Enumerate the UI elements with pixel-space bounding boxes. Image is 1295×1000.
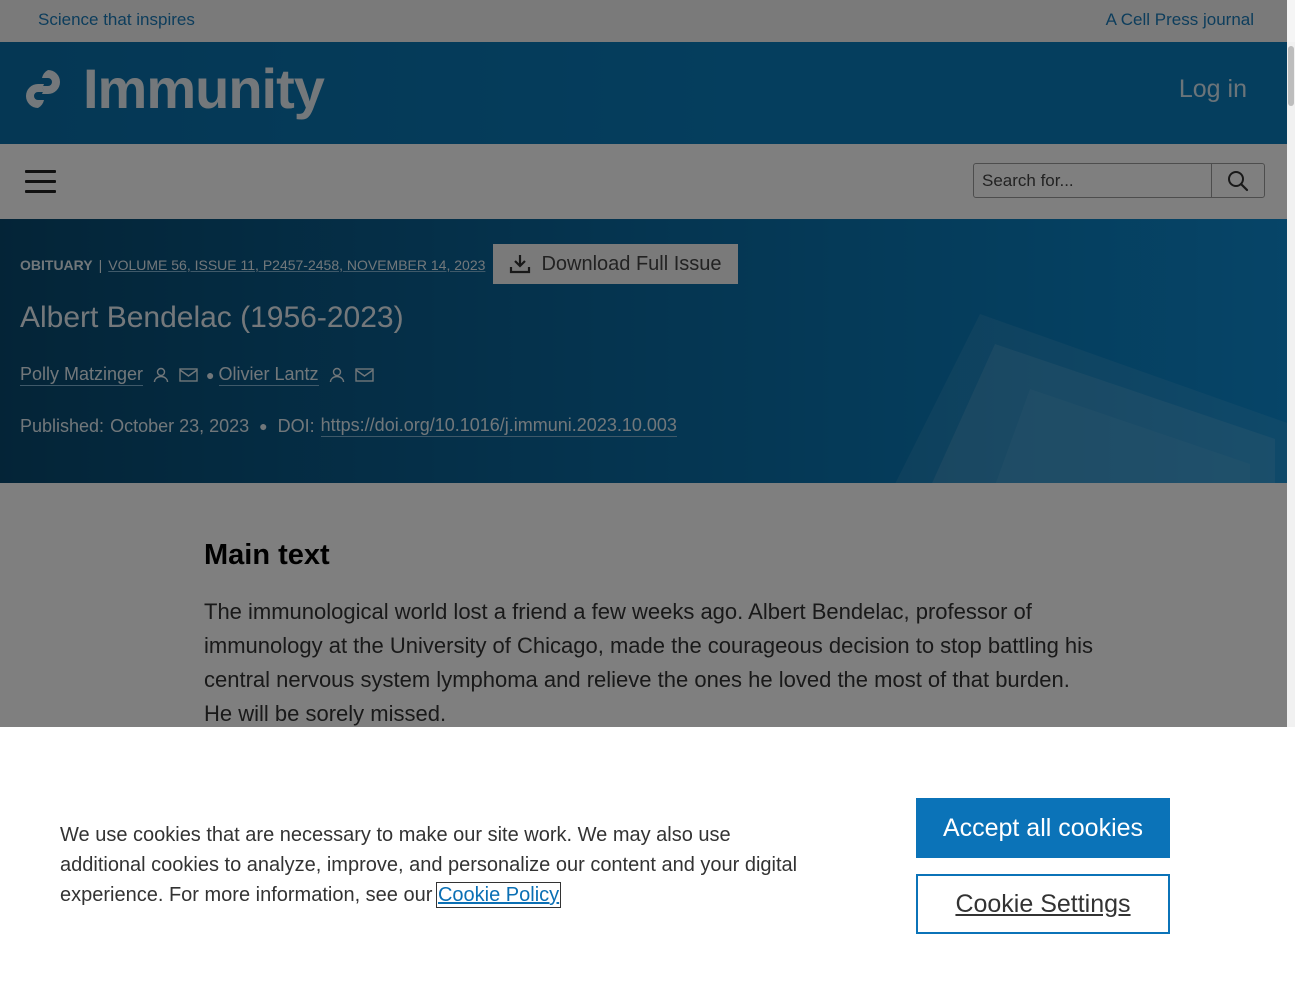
cookie-settings-button[interactable]: Cookie Settings bbox=[916, 874, 1170, 934]
modal-overlay bbox=[0, 0, 1287, 727]
cookie-message-text: We use cookies that are necessary to mak… bbox=[60, 824, 798, 906]
scrollbar-thumb[interactable] bbox=[1288, 46, 1294, 106]
accept-cookies-button[interactable]: Accept all cookies bbox=[916, 798, 1170, 858]
cookie-banner: We use cookies that are necessary to mak… bbox=[0, 727, 1295, 1000]
cookie-policy-link[interactable]: Cookie Policy bbox=[435, 882, 562, 908]
cookie-message: We use cookies that are necessary to mak… bbox=[60, 820, 820, 910]
